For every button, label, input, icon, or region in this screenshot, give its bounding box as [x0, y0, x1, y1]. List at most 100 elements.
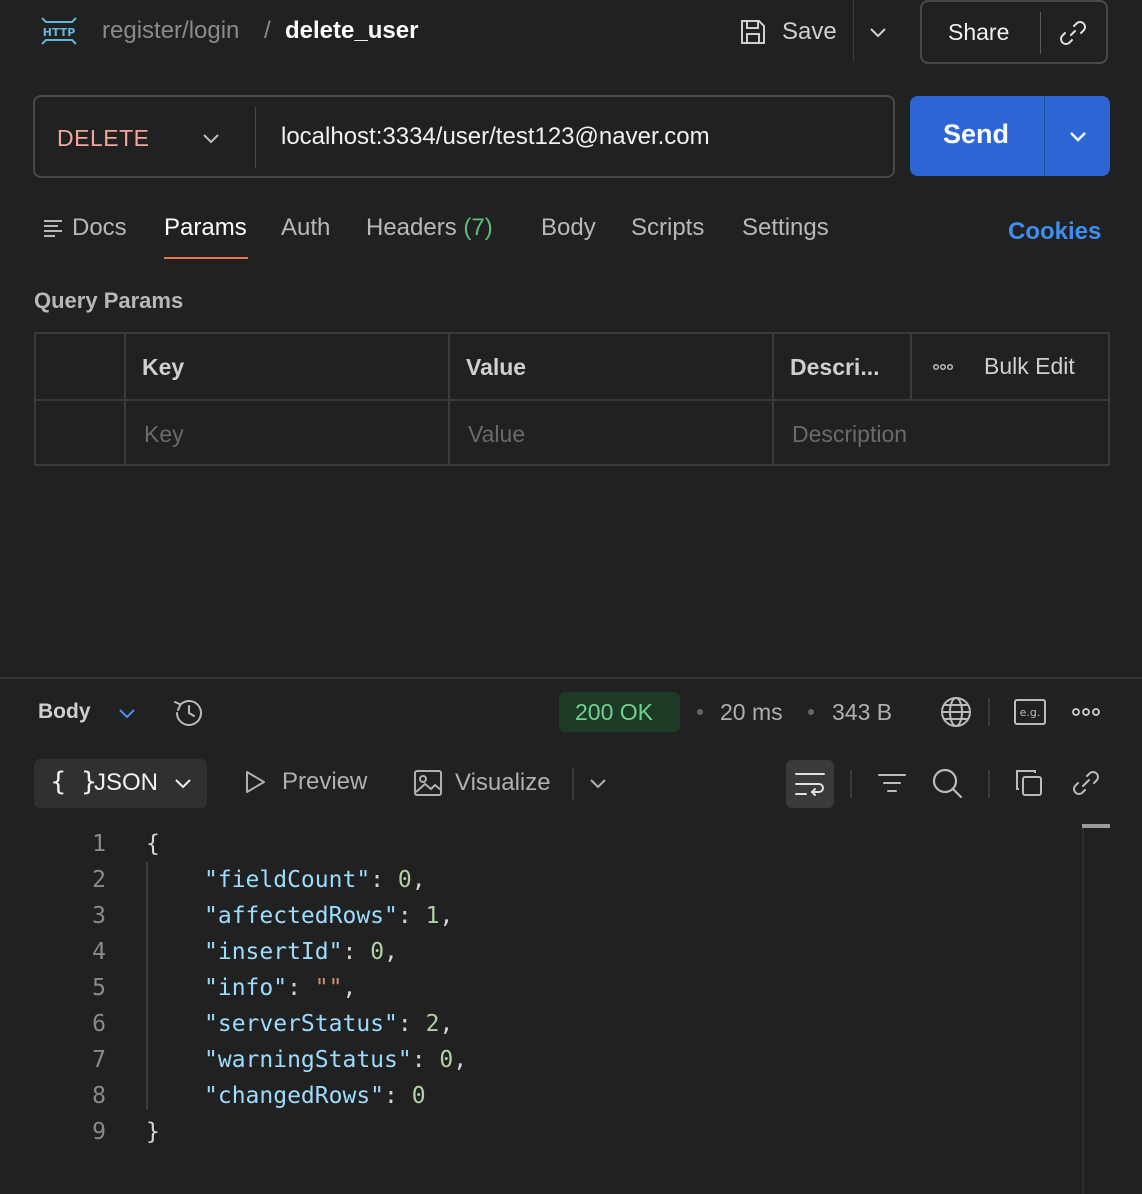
code-line: 1{ — [0, 826, 1080, 862]
code-line: 8 "changedRows": 0 — [0, 1078, 1080, 1114]
format-selector[interactable]: { } JSON — [34, 759, 207, 808]
breadcrumb-parent[interactable]: register/login — [102, 17, 239, 45]
url-input[interactable]: localhost:3334/user/test123@naver.com — [281, 123, 710, 151]
value-input[interactable]: Value — [468, 421, 525, 448]
send-button[interactable]: Send — [910, 96, 1110, 176]
code-line: 7 "warningStatus": 0, — [0, 1042, 1080, 1078]
history-icon[interactable] — [172, 696, 206, 730]
json-key: "serverStatus" — [204, 1011, 398, 1037]
url-divider — [255, 107, 256, 168]
json-key: "changedRows" — [204, 1083, 385, 1109]
line-number: 5 — [92, 975, 106, 1001]
json-key: "affectedRows" — [204, 903, 398, 929]
globe-icon[interactable] — [938, 694, 974, 730]
line-number: 4 — [92, 939, 106, 965]
visualize-label: Visualize — [455, 769, 551, 796]
json-key: "insertId" — [204, 939, 343, 965]
json-key: "warningStatus" — [204, 1047, 412, 1073]
header-description: Descri... — [790, 354, 880, 380]
row-divider — [36, 399, 1108, 401]
search-icon[interactable] — [930, 766, 964, 800]
line-number: 1 — [92, 831, 106, 857]
query-params-table: Key Value Descri... Bulk Edit Key Value … — [34, 332, 1110, 466]
separator-dot — [808, 709, 814, 715]
more-icon[interactable] — [932, 358, 954, 376]
tab-docs-label: Docs — [72, 214, 127, 241]
tab-settings[interactable]: Settings — [742, 214, 829, 242]
toolbar-divider — [850, 770, 852, 798]
chevron-down-icon — [175, 779, 191, 789]
tab-body[interactable]: Body — [541, 214, 596, 242]
description-input[interactable]: Description — [792, 421, 907, 448]
code-line: 6 "serverStatus": 2, — [0, 1006, 1080, 1042]
preview-label: Preview — [282, 768, 368, 795]
chevron-down-icon[interactable] — [1066, 124, 1090, 148]
tab-auth[interactable]: Auth — [281, 214, 330, 242]
json-value: 2 — [425, 1011, 440, 1037]
json-key: "fieldCount" — [204, 867, 371, 893]
status-badge[interactable]: 200 OK — [559, 692, 680, 732]
request-title[interactable]: delete_user — [285, 17, 418, 45]
line-number: 7 — [92, 1047, 106, 1073]
line-number: 8 — [92, 1083, 106, 1109]
tab-headers[interactable]: Headers (7) — [366, 214, 493, 242]
headers-count: (7) — [463, 214, 493, 241]
code-line: 9} — [0, 1114, 1080, 1150]
share-divider — [1040, 12, 1041, 54]
tab-docs[interactable]: Docs — [42, 214, 127, 242]
cookies-link[interactable]: Cookies — [1008, 218, 1101, 246]
scrollbar-track[interactable] — [1082, 826, 1084, 1194]
json-key: "info" — [204, 975, 288, 1001]
tab-headers-label: Headers — [366, 214, 457, 241]
response-size[interactable]: 343 B — [832, 699, 892, 726]
method-selector[interactable]: DELETE — [57, 125, 149, 152]
format-label: JSON — [94, 769, 159, 796]
scrollbar-thumb[interactable] — [1082, 824, 1110, 828]
example-icon[interactable]: e.g. — [1013, 698, 1047, 726]
wrap-toggle[interactable] — [786, 760, 834, 808]
wrap-icon — [795, 773, 825, 796]
tab-params[interactable]: Params — [164, 214, 247, 242]
response-time[interactable]: 20 ms — [720, 699, 783, 726]
toolbar-divider — [988, 698, 990, 726]
panel-divider[interactable] — [0, 677, 1142, 679]
code-text: "affectedRows": 1, — [204, 903, 454, 929]
code-text: "info": "", — [204, 975, 357, 1001]
json-value: 0 — [411, 1083, 426, 1109]
code-line: 2 "fieldCount": 0, — [0, 862, 1080, 898]
query-params-title: Query Params — [34, 288, 184, 313]
tab-scripts[interactable]: Scripts — [631, 214, 704, 242]
link-icon[interactable] — [1070, 767, 1102, 799]
chevron-down-icon[interactable] — [866, 20, 890, 44]
visualize-button[interactable]: Visualize — [413, 768, 551, 798]
share-button[interactable]: Share — [920, 0, 1108, 64]
more-icon[interactable] — [1071, 703, 1101, 721]
json-braces-icon: { } — [50, 767, 101, 797]
line-number: 6 — [92, 1011, 106, 1037]
header-key: Key — [142, 354, 185, 380]
response-code-viewer[interactable]: 1{2 "fieldCount": 0, 3 "affectedRows": 1, 4 "… — [0, 824, 1080, 1194]
save-button[interactable]: Save — [738, 10, 837, 54]
code-line: 4 "insertId": 0, — [0, 934, 1080, 970]
copy-icon[interactable] — [1013, 767, 1045, 799]
chevron-down-icon[interactable] — [587, 772, 609, 794]
toolbar-divider — [572, 768, 574, 800]
preview-button[interactable]: Preview — [242, 768, 367, 796]
response-body-label[interactable]: Body — [38, 700, 91, 724]
svg-text:HTTP: HTTP — [43, 26, 76, 39]
bulk-edit-button[interactable]: Bulk Edit — [984, 353, 1075, 380]
docs-icon — [44, 220, 62, 237]
send-label: Send — [943, 119, 1010, 149]
play-icon — [246, 771, 265, 793]
code-text: } — [146, 1119, 160, 1145]
code-text: "warningStatus": 0, — [204, 1047, 468, 1073]
chevron-down-icon[interactable] — [200, 127, 222, 149]
send-divider — [1044, 96, 1045, 176]
filter-icon[interactable] — [876, 768, 908, 800]
key-input[interactable]: Key — [144, 421, 184, 448]
link-icon[interactable] — [1058, 18, 1088, 48]
code-text: { — [146, 831, 160, 857]
json-value: 0 — [397, 867, 412, 893]
code-text: "serverStatus": 2, — [204, 1011, 454, 1037]
chevron-down-icon[interactable] — [116, 702, 138, 724]
